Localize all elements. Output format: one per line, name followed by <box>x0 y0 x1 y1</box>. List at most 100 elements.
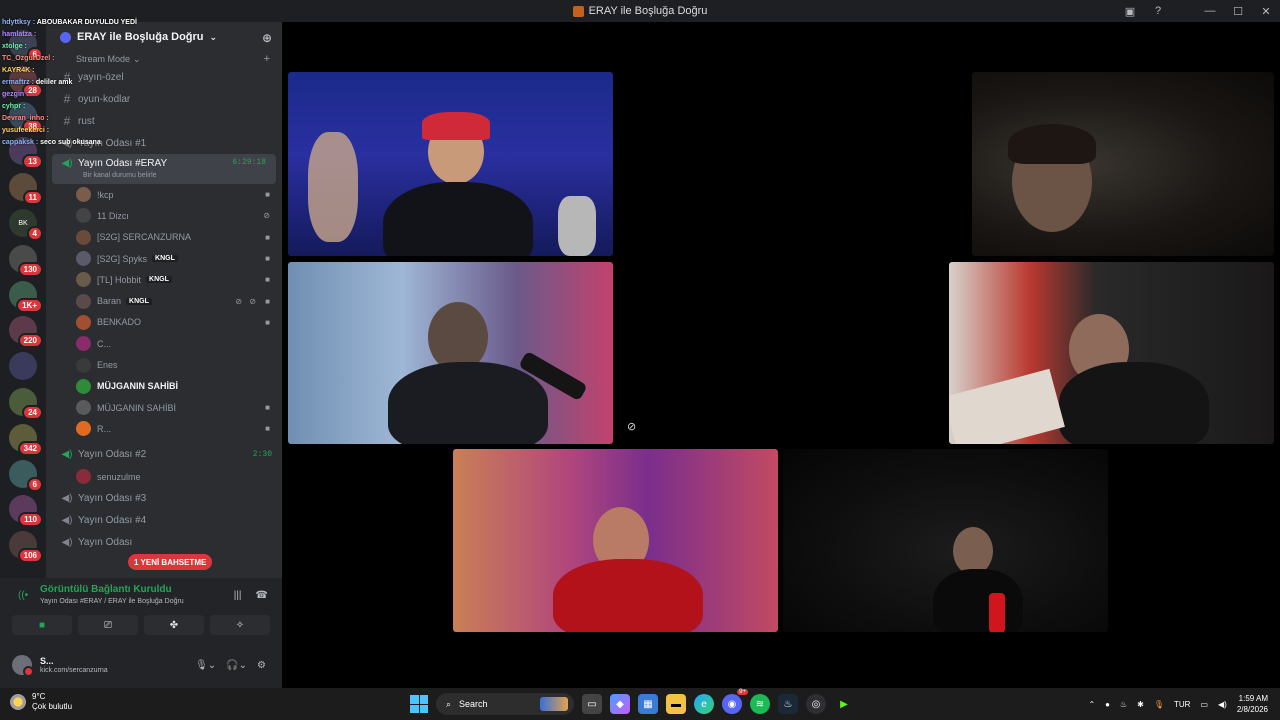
screen-share-button[interactable]: ⎚ <box>78 615 138 635</box>
server-icon[interactable]: BK 4 <box>9 209 43 241</box>
voice-channel-1[interactable]: ◀) Yayın Odası #1 <box>46 132 282 154</box>
signal-icon[interactable]: ((• <box>18 590 28 601</box>
voice-user[interactable]: senuzulme <box>46 466 282 488</box>
noise-suppression-icon[interactable]: ||| <box>234 590 242 601</box>
tray-app-icon[interactable]: ● <box>1105 700 1110 709</box>
server-icon[interactable]: 110 <box>9 495 43 528</box>
copilot-icon[interactable]: ◆ <box>610 694 630 714</box>
channel-yayin-ozel[interactable]: # yayın-özel <box>46 66 282 88</box>
steam-tray-icon[interactable]: ♨ <box>1120 700 1127 709</box>
voice-channel-4[interactable]: ◀) Yayın Odası #4 <box>46 510 282 532</box>
server-icon[interactable]: 6 <box>9 30 43 62</box>
voice-user[interactable]: [S2G] Spyks KNGL ■ <box>46 248 282 269</box>
server-icon[interactable]: 28 <box>9 65 43 98</box>
avatar <box>76 469 91 485</box>
video-tile[interactable] <box>288 262 613 444</box>
voice-user[interactable]: 11 Dizcı ⊘ <box>46 205 282 226</box>
video-tile[interactable] <box>453 449 778 632</box>
server-icon[interactable] <box>9 352 37 381</box>
volume-icon[interactable]: ◀) <box>1218 700 1227 709</box>
voice-user[interactable]: R... ■ <box>46 418 282 439</box>
server-icon[interactable]: 38 <box>9 101 43 134</box>
spotify-icon[interactable]: ≋ <box>750 694 770 714</box>
soundboard-button[interactable]: ✧ <box>210 615 270 635</box>
guild-header[interactable]: ERAY ile Boşluğa Doğru ⌄ ⊕ <box>46 22 282 52</box>
help-icon[interactable]: ? <box>1144 5 1172 17</box>
edge-icon[interactable]: e <box>694 694 714 714</box>
voice-status[interactable]: Görüntülü Bağlantı Kuruldu <box>40 584 172 595</box>
avatar <box>76 187 91 203</box>
voice-user[interactable]: BENKADO ■ <box>46 312 282 333</box>
camera-icon: ■ <box>265 296 270 306</box>
add-user-icon[interactable]: ⊕ <box>262 31 272 45</box>
plus-icon[interactable]: + <box>264 53 270 65</box>
inbox-icon[interactable]: ▣ <box>1116 5 1144 18</box>
voice-user[interactable]: Enes <box>46 354 282 375</box>
start-button[interactable] <box>410 695 428 713</box>
kick-icon[interactable]: ▶ <box>834 694 854 714</box>
clock[interactable]: 1:59 AM 2/8/2026 <box>1237 693 1268 715</box>
search-box[interactable]: ⌕ Search <box>436 693 574 715</box>
avatar <box>76 229 91 245</box>
voice-user[interactable]: [S2G] SERCANZURNA ■ <box>46 227 282 248</box>
channel-rust[interactable]: # rust <box>46 110 282 132</box>
channel-label: Yayın Odası #2 <box>78 449 147 461</box>
chevron-up-icon[interactable]: ⌃ <box>1088 700 1095 709</box>
close-button[interactable]: ✕ <box>1252 5 1280 18</box>
server-icon[interactable]: 130 <box>9 244 43 277</box>
voice-user[interactable]: [TL] Hobbit KNGL ■ <box>46 269 282 290</box>
server-icon[interactable]: 11 <box>9 173 43 206</box>
weather-icon <box>10 694 26 710</box>
voice-user[interactable]: MÜJGANIN SAHİBİ ■ <box>46 397 282 418</box>
voice-user[interactable]: MÜJGANIN SAHİBİ <box>46 376 282 397</box>
disconnect-icon[interactable]: ☎ <box>256 590 268 601</box>
camera-button[interactable]: ■ <box>12 615 72 635</box>
microphone-icon[interactable]: 🎙⌄ <box>195 660 216 671</box>
steam-icon[interactable]: ♨ <box>778 694 798 714</box>
server-icon[interactable]: 220 <box>9 316 43 349</box>
maximize-button[interactable]: ☐ <box>1224 5 1252 18</box>
server-icon[interactable]: 6 <box>9 459 43 492</box>
bluetooth-icon[interactable]: ✱ <box>1137 700 1144 709</box>
title-bar: ERAY ile Boşluğa Doğru ▣ ? — ☐ ✕ <box>0 0 1280 22</box>
obs-icon[interactable]: ◎ <box>806 694 826 714</box>
server-icon[interactable]: 1K+ <box>9 280 43 313</box>
avatar <box>76 357 91 373</box>
server-icon[interactable]: 24 <box>9 388 43 420</box>
minimize-button[interactable]: — <box>1196 5 1224 17</box>
server-icon[interactable]: 13 <box>9 137 43 170</box>
voice-channel-3[interactable]: ◀) Yayın Odası #3 <box>46 488 282 510</box>
headphones-icon[interactable]: 🎧⌄ <box>226 660 247 671</box>
gear-icon[interactable]: ⚙ <box>257 660 266 671</box>
task-view-icon[interactable]: ▭ <box>582 694 602 714</box>
weather-text: Çok bulutlu <box>32 702 73 711</box>
activities-button[interactable]: ✤ <box>144 615 204 635</box>
mic-icon[interactable]: 🎙 <box>1154 700 1164 709</box>
file-explorer-icon[interactable]: ▬ <box>666 694 686 714</box>
voice-channel-5[interactable]: ◀) Yayın Odası <box>46 532 282 554</box>
server-icon[interactable]: 342 <box>9 423 43 456</box>
discord-icon[interactable]: ◉ 9+ <box>722 689 748 714</box>
voice-channel-2[interactable]: ◀) Yayın Odası #2 2:30 <box>46 444 282 466</box>
new-mention-pill[interactable]: 1 YENİ BAHSETME <box>128 554 213 570</box>
server-icon[interactable]: 106 <box>9 531 43 564</box>
video-tile[interactable] <box>288 72 613 256</box>
video-tile[interactable] <box>783 449 1108 632</box>
voice-channel-eray[interactable]: ◀) Yayın Odası #ERAY 6:29:18 Bir kanal d… <box>52 154 276 184</box>
channel-status[interactable]: Bir kanal durumu belirle <box>83 172 157 179</box>
voice-user[interactable]: !kcp ■ <box>46 184 282 205</box>
voice-user[interactable]: Baran KNGL ■ ⊘ ⊘ <box>46 290 282 311</box>
channel-oyun-kodlar[interactable]: # oyun-kodlar <box>46 88 282 110</box>
mention-badge: 38 <box>22 118 43 134</box>
voice-user[interactable]: C... <box>46 333 282 354</box>
avatar[interactable] <box>12 655 34 677</box>
stream-mode-label[interactable]: Stream Mode ⌄ + <box>46 52 282 66</box>
mention-badge: 130 <box>17 261 43 277</box>
weather-widget[interactable]: 9°C Çok bulutlu <box>10 692 72 712</box>
speaker-icon: ◀) <box>61 137 73 149</box>
language-indicator[interactable]: TUR <box>1174 700 1190 709</box>
network-icon[interactable]: ▭ <box>1200 700 1208 709</box>
video-tile[interactable] <box>949 262 1274 444</box>
video-tile[interactable] <box>972 72 1274 256</box>
store-icon[interactable]: ▦ <box>638 694 658 714</box>
